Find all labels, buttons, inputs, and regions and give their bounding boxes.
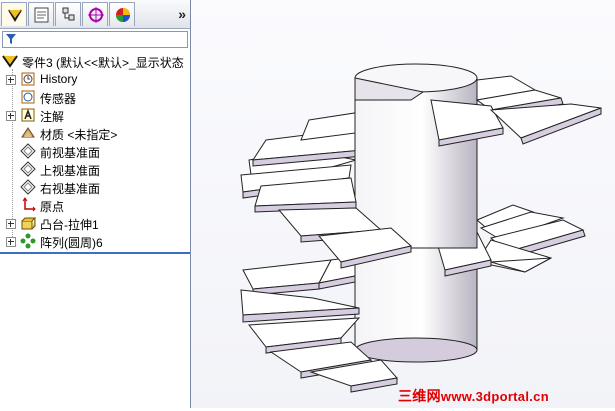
tree-item-label: 上视基准面 (40, 164, 101, 178)
configuration-manager-icon (62, 7, 75, 21)
history-icon (21, 72, 35, 86)
annotation-icon (21, 108, 35, 122)
dimxpert-icon (88, 7, 104, 23)
tree-item-label: 阵列(圆周)6 (40, 236, 103, 250)
material-icon (21, 127, 35, 138)
tree-item-label: History (40, 72, 78, 86)
expand-toggle[interactable] (6, 75, 16, 85)
tree-item-annotations[interactable]: 注解 (0, 106, 190, 124)
spiral-staircase-model[interactable] (191, 0, 615, 408)
watermark-url: www.3dportal.cn (440, 389, 549, 404)
filter-icon (6, 34, 16, 44)
tree-item-label: 材质 <未指定> (40, 128, 118, 142)
tab-property-manager[interactable] (28, 2, 54, 26)
expand-toggle[interactable] (6, 219, 16, 229)
feature-manager-panel: » 零件3 (默认<<默认>_显示状态 History 传感器 注解 材质 <未… (0, 0, 191, 408)
watermark: 三维网www.3dportal.cn (398, 386, 549, 406)
tree-item-front-plane[interactable]: 前视基准面 (0, 142, 190, 160)
tab-dimxpert[interactable] (82, 2, 108, 26)
plane-icon (20, 161, 36, 177)
tree-item-label: 凸台-拉伸1 (40, 218, 99, 232)
tree-item-history[interactable]: History (0, 70, 190, 88)
more-tabs-button[interactable]: » (178, 6, 186, 22)
tree-root-label: 零件3 (默认<<默认>_显示状态 (22, 56, 184, 70)
tree-item-origin[interactable]: 原点 (0, 196, 190, 214)
plane-icon (20, 179, 36, 195)
part-icon (2, 55, 18, 68)
tree-item-top-plane[interactable]: 上视基准面 (0, 160, 190, 178)
tree-item-right-plane[interactable]: 右视基准面 (0, 178, 190, 196)
tree-item-label: 右视基准面 (40, 182, 101, 196)
expand-toggle[interactable] (6, 237, 16, 247)
feature-tree-icon (8, 9, 22, 22)
sensor-icon (21, 90, 35, 104)
tree-item-extrude[interactable]: 凸台-拉伸1 (0, 214, 190, 232)
tree-item-label: 前视基准面 (40, 146, 101, 160)
tree-item-circular-pattern[interactable]: 阵列(圆周)6 (0, 232, 190, 250)
upper-column (354, 63, 478, 249)
extrude-icon (21, 217, 36, 230)
tree-root[interactable]: 零件3 (默认<<默认>_显示状态 (0, 52, 190, 70)
tree-item-label: 注解 (40, 110, 65, 124)
display-manager-icon (116, 8, 130, 22)
property-manager-icon (34, 7, 49, 23)
tab-display-manager[interactable] (109, 2, 135, 26)
tree-item-material[interactable]: 材质 <未指定> (0, 124, 190, 142)
graphics-viewport[interactable] (191, 0, 615, 408)
origin-icon (22, 197, 36, 212)
expand-toggle[interactable] (6, 111, 16, 121)
tree-item-sensors[interactable]: 传感器 (0, 88, 190, 106)
tab-configuration-manager[interactable] (55, 2, 81, 26)
tab-feature-tree[interactable] (1, 2, 27, 26)
tree-item-label: 原点 (40, 200, 65, 214)
circular-pattern-icon (20, 233, 36, 249)
plane-icon (20, 143, 36, 159)
panel-divider (0, 252, 190, 254)
watermark-site-name: 三维网 (398, 388, 441, 404)
manager-tabs: » (0, 0, 190, 29)
filter-bar[interactable] (2, 31, 188, 48)
tree-item-label: 传感器 (40, 92, 77, 106)
